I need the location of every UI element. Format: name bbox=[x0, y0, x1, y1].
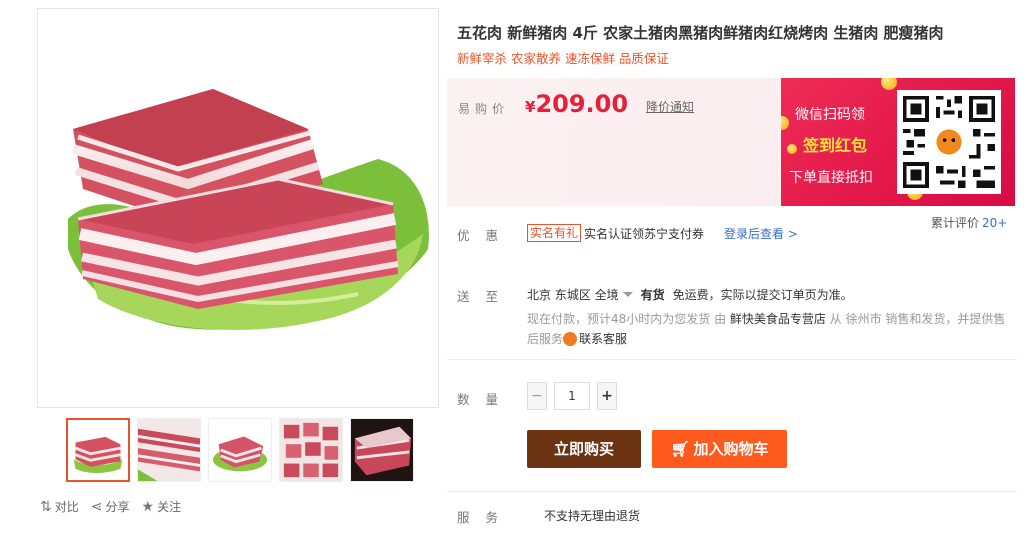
customer-service-label: 联系客服 bbox=[579, 332, 628, 346]
share-icon: ⋖ bbox=[90, 498, 103, 515]
quantity-increase-button[interactable]: + bbox=[597, 382, 617, 410]
thumbnail-image bbox=[351, 419, 413, 481]
thumbnail-2[interactable] bbox=[137, 418, 201, 482]
promo-line-1: 微信扫码领 bbox=[795, 107, 865, 123]
coin-decoration bbox=[881, 78, 897, 90]
coin-decoration bbox=[781, 116, 789, 130]
service-text: 不支持无理由退货 bbox=[544, 509, 641, 523]
quantity-label: 数量 bbox=[457, 392, 515, 407]
realname-tag[interactable]: 实名有礼 bbox=[527, 224, 582, 242]
compare-label: 对比 bbox=[54, 500, 79, 514]
review-label: 累计评价 bbox=[931, 216, 980, 230]
thumbnail-image bbox=[68, 420, 128, 480]
follow-label: 关注 bbox=[157, 500, 182, 514]
product-tools: ⇅ 对比 ⋖ 分享 ★ 关注 bbox=[40, 498, 181, 515]
quantity-decrease-button[interactable]: − bbox=[527, 382, 547, 410]
shipping-fee: 免运费，实际以提交订单页为准。 bbox=[672, 288, 853, 302]
share-button[interactable]: ⋖ 分享 bbox=[91, 498, 130, 515]
compare-button[interactable]: ⇅ 对比 bbox=[40, 498, 79, 515]
wechat-promo-banner[interactable]: 微信扫码领 签到红包 下单直接抵扣 》》》 bbox=[781, 78, 1015, 206]
review-count[interactable]: 累计评价 20+ bbox=[931, 214, 1007, 231]
add-to-cart-label: 加入购物车 bbox=[693, 440, 769, 458]
product-subtitle: 新鲜宰杀 农家散养 速冻保鲜 品质保证 bbox=[457, 51, 669, 66]
thumbnail-5[interactable] bbox=[350, 418, 414, 482]
thumbnail-3[interactable] bbox=[208, 418, 272, 482]
price-notify-link[interactable]: 降价通知 bbox=[646, 98, 694, 115]
review-number: 20+ bbox=[982, 216, 1008, 230]
customer-service-link[interactable]: 联系客服 bbox=[563, 332, 627, 346]
divider bbox=[447, 491, 1017, 492]
quantity-input[interactable]: 1 bbox=[554, 382, 590, 410]
price-panel: 易购价 ¥209.00 降价通知 微信扫码领 签到红包 下单直接抵扣 》》》 bbox=[447, 78, 1015, 206]
buy-now-button[interactable]: 立即购买 bbox=[527, 430, 641, 468]
service-label: 服务 bbox=[457, 510, 515, 525]
thumbnail-strip bbox=[66, 418, 414, 482]
follow-button[interactable]: ★ 关注 bbox=[142, 498, 182, 515]
promo-line-2: 签到红包 bbox=[803, 136, 868, 155]
shipping-line: 北京 东城区 全境 有货 免运费，实际以提交订单页为准。 bbox=[527, 286, 853, 303]
thumbnail-image bbox=[280, 419, 342, 481]
qr-code-icon bbox=[903, 96, 995, 188]
thumbnail-image bbox=[138, 419, 200, 481]
discount-login-link[interactable]: 登录后查看 > bbox=[724, 225, 798, 242]
pork-belly-image bbox=[68, 89, 429, 330]
main-product-image[interactable] bbox=[37, 8, 439, 408]
thumbnail-1[interactable] bbox=[66, 418, 130, 482]
star-icon: ★ bbox=[141, 498, 155, 515]
promo-line-3: 下单直接抵扣 bbox=[789, 170, 873, 186]
currency-symbol: ¥ bbox=[525, 98, 536, 116]
store-name[interactable]: 鲜快美食品专营店 bbox=[730, 312, 826, 326]
price-value: ¥209.00 bbox=[525, 90, 628, 118]
share-label: 分享 bbox=[105, 500, 130, 514]
qr-code[interactable] bbox=[897, 90, 1001, 194]
cart-icon: 🛒︎ bbox=[670, 440, 690, 458]
region-text: 北京 东城区 全境 bbox=[527, 288, 619, 302]
shipping-note: 现在付款，预计48小时内为您发货 由 鲜快美食品专营店 从 徐州市 销售和发货，… bbox=[527, 309, 1017, 349]
region-selector[interactable]: 北京 东城区 全境 bbox=[527, 286, 641, 303]
thumbnail-4[interactable] bbox=[279, 418, 343, 482]
product-page: ⇅ 对比 ⋖ 分享 ★ 关注 五花肉 新鲜猪肉 4斤 农家土猪肉黑猪肉鲜猪肉红烧… bbox=[0, 0, 1034, 536]
stock-status: 有货 bbox=[640, 288, 665, 302]
customer-service-icon bbox=[563, 332, 578, 346]
discount-label: 优惠 bbox=[457, 228, 515, 243]
price-number: 209.00 bbox=[535, 90, 629, 118]
ship-note-prefix: 现在付款，预计48小时内为您发货 由 bbox=[527, 312, 727, 326]
divider bbox=[447, 359, 1017, 360]
product-title: 五花肉 新鲜猪肉 4斤 农家土猪肉黑猪肉鲜猪肉红烧烤肉 生猪肉 肥瘦猪肉 bbox=[457, 24, 944, 42]
shipping-label: 送至 bbox=[457, 289, 515, 304]
coin-decoration bbox=[787, 144, 797, 154]
chevron-down-icon bbox=[622, 292, 633, 297]
discount-text: 实名认证领苏宁支付券 bbox=[584, 227, 705, 241]
quantity-stepper: − 1 + bbox=[527, 382, 617, 410]
add-to-cart-button[interactable]: 🛒︎ 加入购物车 bbox=[652, 430, 787, 468]
thumbnail-image bbox=[209, 419, 271, 481]
compare-icon: ⇅ bbox=[40, 498, 52, 515]
price-label: 易购价 bbox=[458, 102, 510, 116]
